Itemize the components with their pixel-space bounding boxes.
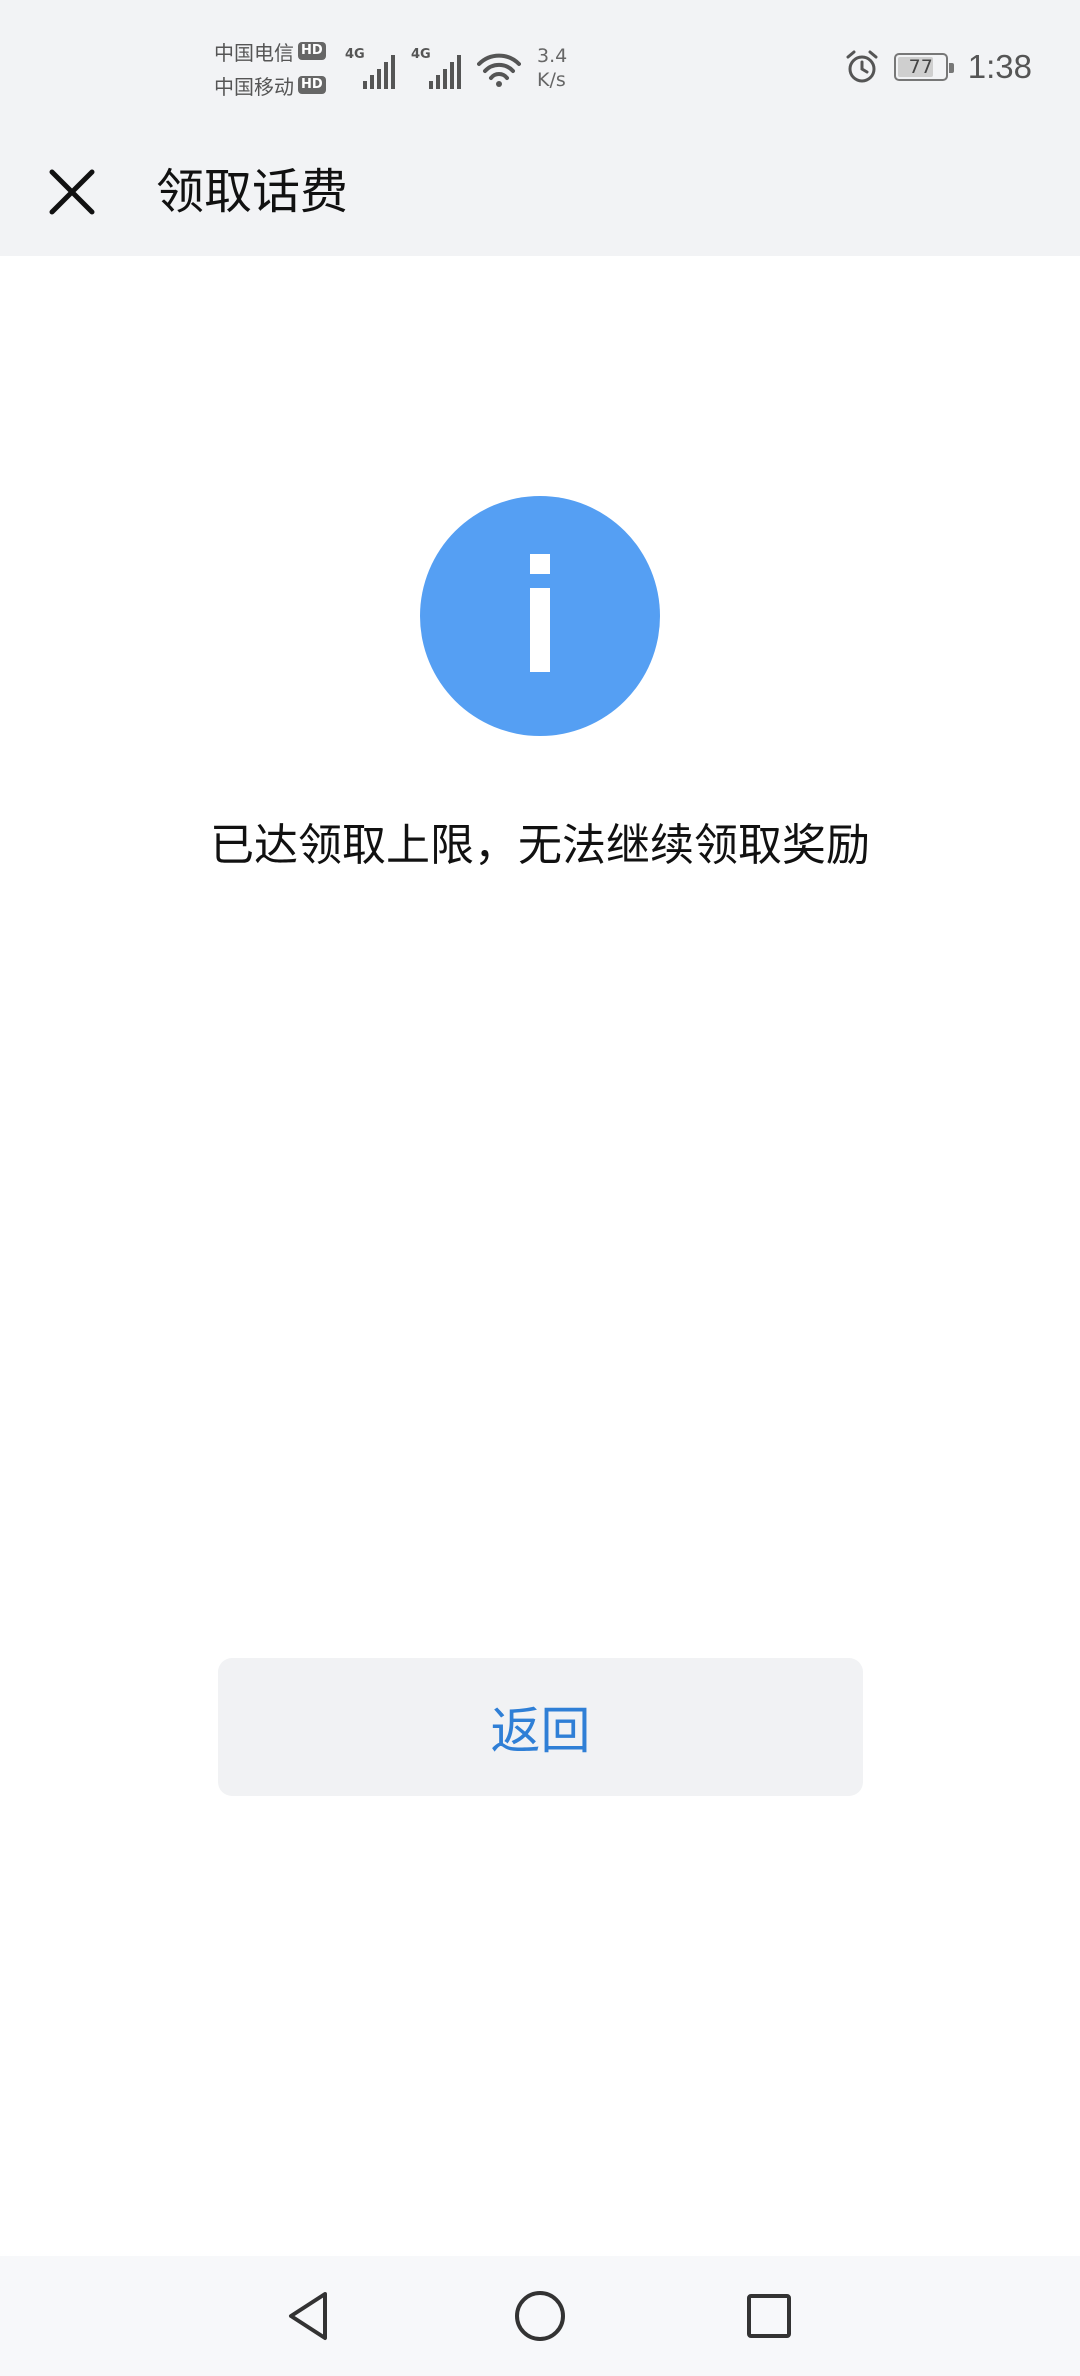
clock: 1:38: [967, 48, 1032, 85]
battery-level: 77: [908, 56, 933, 78]
signal-icon: 4G: [411, 47, 461, 89]
net-speed-value: 3.4: [537, 45, 568, 67]
carrier-2-name: 中国移动: [214, 74, 294, 99]
nav-home-button[interactable]: [502, 2278, 578, 2354]
info-icon-dot: [530, 554, 550, 574]
title-bar: 领取话费: [0, 128, 1080, 256]
hd-badge-2: HD: [298, 76, 326, 94]
nav-recents-button[interactable]: [731, 2278, 807, 2354]
carrier-1-name: 中国电信: [214, 40, 294, 65]
signal-bars-1: [363, 55, 395, 89]
alarm-icon: [846, 50, 878, 83]
net-type-2: 4G: [411, 47, 431, 62]
info-icon: [420, 496, 660, 736]
net-speed-unit: K/s: [537, 69, 566, 91]
page-title: 领取话费: [156, 164, 349, 220]
back-triangle-icon: [289, 2292, 327, 2340]
back-button[interactable]: 返回: [218, 1658, 863, 1796]
limit-message: 已达领取上限，无法继续领取奖励: [210, 820, 870, 871]
battery-icon: 77: [893, 53, 954, 81]
signal-icon: 4G: [345, 47, 395, 89]
system-nav-bar: [0, 2256, 1080, 2376]
status-bar: 中国电信 HD 中国移动 HD 4G 4G 3.4 K/s 77 1:38: [0, 0, 1080, 128]
carrier-row-1: 中国电信 HD: [214, 36, 326, 66]
carrier-row-2: 中国移动 HD: [214, 70, 326, 100]
signal-bars-2: [429, 55, 461, 89]
hd-badge-1: HD: [298, 42, 326, 60]
recents-square-icon: [747, 2294, 791, 2338]
wifi-icon: [477, 53, 521, 87]
right-status: 77 1:38: [844, 48, 1032, 86]
home-circle-icon: [515, 2291, 565, 2341]
close-button[interactable]: [36, 156, 108, 228]
net-type-1: 4G: [345, 47, 365, 62]
info-icon-stem: [530, 588, 550, 672]
net-speed: 3.4 K/s: [537, 44, 567, 92]
close-icon: [49, 169, 95, 215]
nav-back-button[interactable]: [271, 2278, 347, 2354]
carrier-info: 中国电信 HD 中国移动 HD: [214, 36, 326, 100]
signal-area: 4G 4G 3.4 K/s: [345, 44, 567, 92]
